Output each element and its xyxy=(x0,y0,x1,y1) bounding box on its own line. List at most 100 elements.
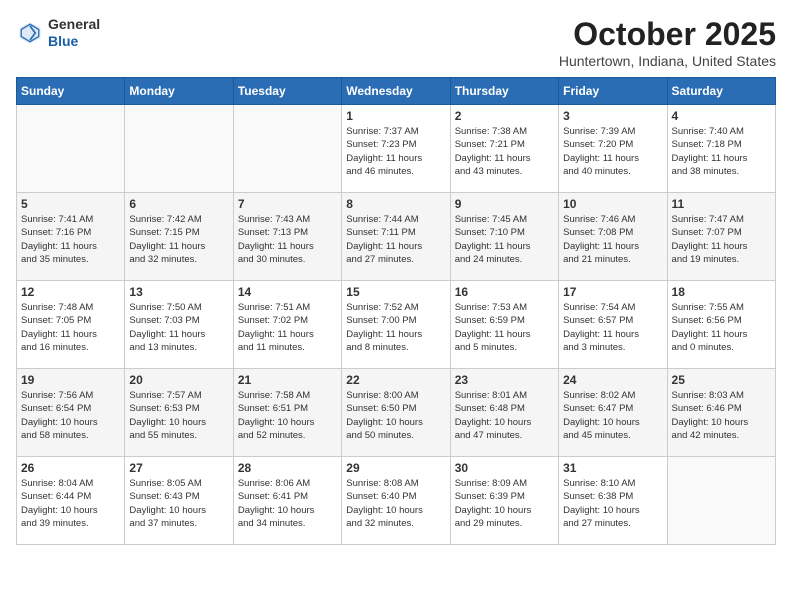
calendar-cell: 11 Sunrise: 7:47 AM Sunset: 7:07 PM Dayli… xyxy=(667,193,775,281)
logo-text: General Blue xyxy=(48,16,100,50)
calendar-cell xyxy=(667,457,775,545)
calendar-week-row: 1 Sunrise: 7:37 AM Sunset: 7:23 PM Daylig… xyxy=(17,105,776,193)
day-info: Sunrise: 7:48 AM Sunset: 7:05 PM Dayligh… xyxy=(21,301,120,354)
calendar-cell xyxy=(17,105,125,193)
day-number: 2 xyxy=(455,109,554,123)
calendar-cell: 10 Sunrise: 7:46 AM Sunset: 7:08 PM Dayli… xyxy=(559,193,667,281)
day-number: 28 xyxy=(238,461,337,475)
day-number: 26 xyxy=(21,461,120,475)
day-info: Sunrise: 7:54 AM Sunset: 6:57 PM Dayligh… xyxy=(563,301,662,354)
logo-blue: Blue xyxy=(48,33,100,50)
calendar-cell: 29 Sunrise: 8:08 AM Sunset: 6:40 PM Dayli… xyxy=(342,457,450,545)
calendar-cell: 6 Sunrise: 7:42 AM Sunset: 7:15 PM Daylig… xyxy=(125,193,233,281)
day-number: 29 xyxy=(346,461,445,475)
day-number: 15 xyxy=(346,285,445,299)
calendar-cell: 25 Sunrise: 8:03 AM Sunset: 6:46 PM Dayli… xyxy=(667,369,775,457)
calendar-cell: 19 Sunrise: 7:56 AM Sunset: 6:54 PM Dayli… xyxy=(17,369,125,457)
day-info: Sunrise: 7:47 AM Sunset: 7:07 PM Dayligh… xyxy=(672,213,771,266)
calendar-cell: 31 Sunrise: 8:10 AM Sunset: 6:38 PM Dayli… xyxy=(559,457,667,545)
calendar-cell: 16Sunrise: 7:53 AM Sunset: 6:59 PM Dayli… xyxy=(450,281,558,369)
day-info: Sunrise: 8:01 AM Sunset: 6:48 PM Dayligh… xyxy=(455,389,554,442)
day-info: Sunrise: 8:08 AM Sunset: 6:40 PM Dayligh… xyxy=(346,477,445,530)
calendar-cell: 9 Sunrise: 7:45 AM Sunset: 7:10 PM Daylig… xyxy=(450,193,558,281)
weekday-header: Sunday xyxy=(17,78,125,105)
calendar-cell: 30Sunrise: 8:09 AM Sunset: 6:39 PM Dayli… xyxy=(450,457,558,545)
day-number: 17 xyxy=(563,285,662,299)
day-info: Sunrise: 8:02 AM Sunset: 6:47 PM Dayligh… xyxy=(563,389,662,442)
location: Huntertown, Indiana, United States xyxy=(559,53,776,69)
day-info: Sunrise: 7:58 AM Sunset: 6:51 PM Dayligh… xyxy=(238,389,337,442)
day-info: Sunrise: 7:52 AM Sunset: 7:00 PM Dayligh… xyxy=(346,301,445,354)
day-number: 10 xyxy=(563,197,662,211)
day-info: Sunrise: 7:51 AM Sunset: 7:02 PM Dayligh… xyxy=(238,301,337,354)
calendar-cell: 13 Sunrise: 7:50 AM Sunset: 7:03 PM Dayli… xyxy=(125,281,233,369)
day-info: Sunrise: 7:42 AM Sunset: 7:15 PM Dayligh… xyxy=(129,213,228,266)
weekday-header: Wednesday xyxy=(342,78,450,105)
day-info: Sunrise: 7:43 AM Sunset: 7:13 PM Dayligh… xyxy=(238,213,337,266)
day-number: 4 xyxy=(672,109,771,123)
day-number: 7 xyxy=(238,197,337,211)
calendar-cell: 22 Sunrise: 8:00 AM Sunset: 6:50 PM Dayli… xyxy=(342,369,450,457)
day-number: 20 xyxy=(129,373,228,387)
day-info: Sunrise: 7:57 AM Sunset: 6:53 PM Dayligh… xyxy=(129,389,228,442)
calendar-cell: 27 Sunrise: 8:05 AM Sunset: 6:43 PM Dayli… xyxy=(125,457,233,545)
day-info: Sunrise: 7:56 AM Sunset: 6:54 PM Dayligh… xyxy=(21,389,120,442)
calendar-cell: 17 Sunrise: 7:54 AM Sunset: 6:57 PM Dayli… xyxy=(559,281,667,369)
calendar-cell xyxy=(125,105,233,193)
day-info: Sunrise: 8:10 AM Sunset: 6:38 PM Dayligh… xyxy=(563,477,662,530)
calendar-cell: 26 Sunrise: 8:04 AM Sunset: 6:44 PM Dayli… xyxy=(17,457,125,545)
day-number: 18 xyxy=(672,285,771,299)
day-info: Sunrise: 8:00 AM Sunset: 6:50 PM Dayligh… xyxy=(346,389,445,442)
logo-icon xyxy=(16,19,44,47)
logo: General Blue xyxy=(16,16,100,50)
day-info: Sunrise: 7:44 AM Sunset: 7:11 PM Dayligh… xyxy=(346,213,445,266)
weekday-header: Tuesday xyxy=(233,78,341,105)
calendar-cell: 15 Sunrise: 7:52 AM Sunset: 7:00 PM Dayli… xyxy=(342,281,450,369)
day-info: Sunrise: 7:46 AM Sunset: 7:08 PM Dayligh… xyxy=(563,213,662,266)
month-title: October 2025 xyxy=(559,16,776,53)
logo-general: General xyxy=(48,16,100,33)
day-info: Sunrise: 7:40 AM Sunset: 7:18 PM Dayligh… xyxy=(672,125,771,178)
day-info: Sunrise: 7:37 AM Sunset: 7:23 PM Dayligh… xyxy=(346,125,445,178)
day-info: Sunrise: 7:41 AM Sunset: 7:16 PM Dayligh… xyxy=(21,213,120,266)
day-number: 13 xyxy=(129,285,228,299)
day-number: 3 xyxy=(563,109,662,123)
day-number: 22 xyxy=(346,373,445,387)
day-number: 21 xyxy=(238,373,337,387)
calendar-cell: 2 Sunrise: 7:38 AM Sunset: 7:21 PM Daylig… xyxy=(450,105,558,193)
calendar-cell: 21 Sunrise: 7:58 AM Sunset: 6:51 PM Dayli… xyxy=(233,369,341,457)
day-info: Sunrise: 8:05 AM Sunset: 6:43 PM Dayligh… xyxy=(129,477,228,530)
calendar-cell: 5Sunrise: 7:41 AM Sunset: 7:16 PM Daylig… xyxy=(17,193,125,281)
weekday-header-row: SundayMondayTuesdayWednesdayThursdayFrid… xyxy=(17,78,776,105)
day-number: 12 xyxy=(21,285,120,299)
calendar-cell: 12 Sunrise: 7:48 AM Sunset: 7:05 PM Dayli… xyxy=(17,281,125,369)
calendar-week-row: 26 Sunrise: 8:04 AM Sunset: 6:44 PM Dayli… xyxy=(17,457,776,545)
day-number: 14 xyxy=(238,285,337,299)
day-number: 1 xyxy=(346,109,445,123)
calendar-cell: 8Sunrise: 7:44 AM Sunset: 7:11 PM Daylig… xyxy=(342,193,450,281)
day-number: 6 xyxy=(129,197,228,211)
day-info: Sunrise: 7:53 AM Sunset: 6:59 PM Dayligh… xyxy=(455,301,554,354)
day-info: Sunrise: 7:38 AM Sunset: 7:21 PM Dayligh… xyxy=(455,125,554,178)
weekday-header: Friday xyxy=(559,78,667,105)
day-info: Sunrise: 7:50 AM Sunset: 7:03 PM Dayligh… xyxy=(129,301,228,354)
title-block: October 2025 Huntertown, Indiana, United… xyxy=(559,16,776,69)
calendar-week-row: 5Sunrise: 7:41 AM Sunset: 7:16 PM Daylig… xyxy=(17,193,776,281)
calendar-cell: 4 Sunrise: 7:40 AM Sunset: 7:18 PM Daylig… xyxy=(667,105,775,193)
day-number: 30 xyxy=(455,461,554,475)
day-number: 11 xyxy=(672,197,771,211)
calendar-cell: 24 Sunrise: 8:02 AM Sunset: 6:47 PM Dayli… xyxy=(559,369,667,457)
day-number: 9 xyxy=(455,197,554,211)
day-info: Sunrise: 7:45 AM Sunset: 7:10 PM Dayligh… xyxy=(455,213,554,266)
day-number: 31 xyxy=(563,461,662,475)
day-info: Sunrise: 8:06 AM Sunset: 6:41 PM Dayligh… xyxy=(238,477,337,530)
day-info: Sunrise: 8:03 AM Sunset: 6:46 PM Dayligh… xyxy=(672,389,771,442)
day-number: 27 xyxy=(129,461,228,475)
day-info: Sunrise: 8:04 AM Sunset: 6:44 PM Dayligh… xyxy=(21,477,120,530)
day-number: 25 xyxy=(672,373,771,387)
calendar-cell: 20 Sunrise: 7:57 AM Sunset: 6:53 PM Dayli… xyxy=(125,369,233,457)
day-number: 19 xyxy=(21,373,120,387)
calendar-cell: 28 Sunrise: 8:06 AM Sunset: 6:41 PM Dayli… xyxy=(233,457,341,545)
day-number: 24 xyxy=(563,373,662,387)
weekday-header: Thursday xyxy=(450,78,558,105)
